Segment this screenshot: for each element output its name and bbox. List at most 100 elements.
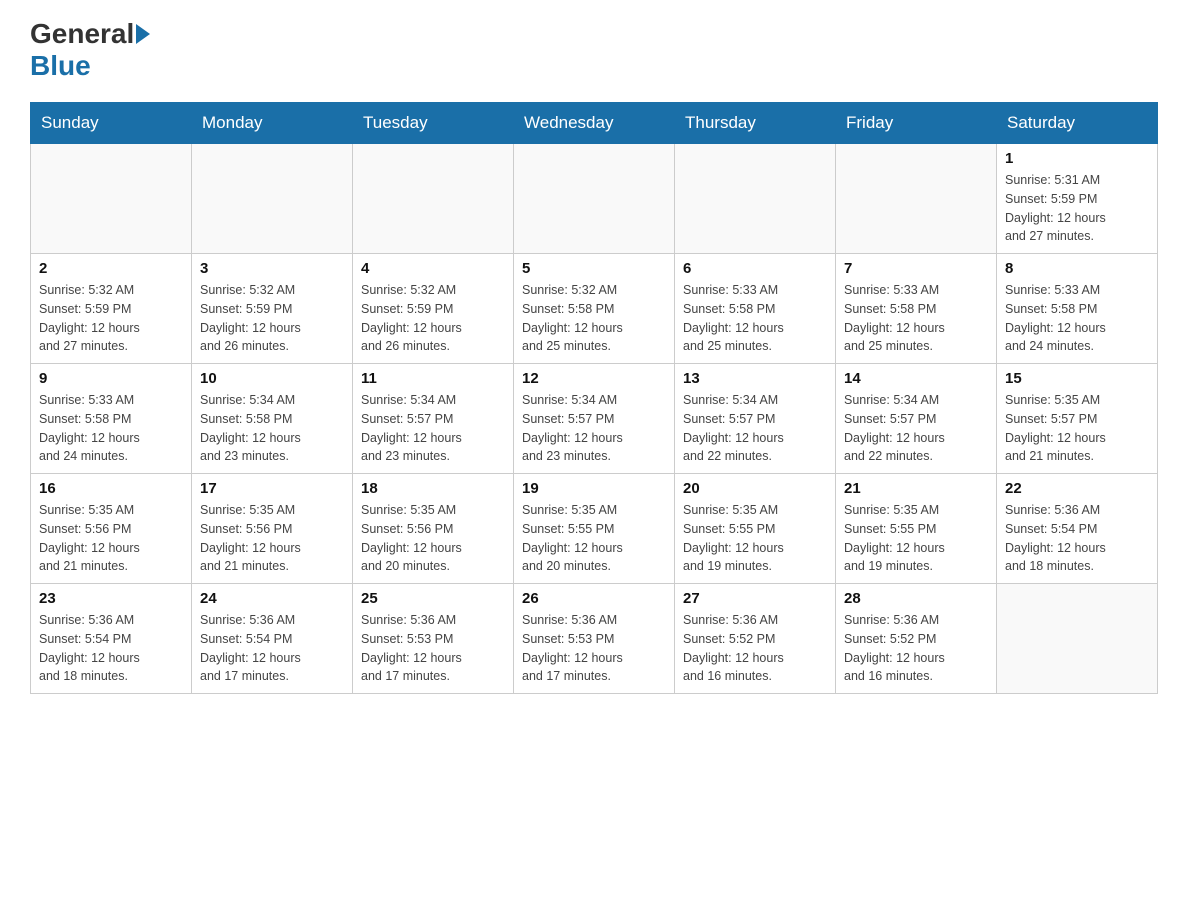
- day-number: 2: [39, 260, 183, 277]
- day-info: Sunrise: 5:32 AMSunset: 5:59 PMDaylight:…: [39, 281, 183, 356]
- week-row-2: 2 Sunrise: 5:32 AMSunset: 5:59 PMDaylight…: [31, 254, 1158, 364]
- col-header-tuesday: Tuesday: [353, 103, 514, 144]
- week-row-1: 1 Sunrise: 5:31 AMSunset: 5:59 PMDaylight…: [31, 144, 1158, 254]
- day-cell: 4Sunrise: 5:32 AMSunset: 5:59 PMDaylight…: [353, 254, 514, 364]
- day-number: 3: [200, 260, 344, 277]
- day-info: Sunrise: 5:35 AMSunset: 5:56 PMDaylight:…: [39, 501, 183, 576]
- day-number: 11: [361, 370, 505, 387]
- day-number: 28: [844, 590, 988, 607]
- day-number: 1: [1005, 150, 1149, 167]
- day-number: 14: [844, 370, 988, 387]
- day-cell: [836, 144, 997, 254]
- day-cell: 16 Sunrise: 5:35 AMSunset: 5:56 PMDayligh…: [31, 474, 192, 584]
- day-info: Sunrise: 5:36 AMSunset: 5:54 PMDaylight:…: [39, 611, 183, 686]
- day-number: 21: [844, 480, 988, 497]
- day-number: 27: [683, 590, 827, 607]
- day-number: 24: [200, 590, 344, 607]
- day-cell: 18 Sunrise: 5:35 AMSunset: 5:56 PMDayligh…: [353, 474, 514, 584]
- day-info: Sunrise: 5:35 AMSunset: 5:55 PMDaylight:…: [683, 501, 827, 576]
- day-cell: [192, 144, 353, 254]
- day-number: 5: [522, 260, 666, 277]
- calendar-table: SundayMondayTuesdayWednesdayThursdayFrid…: [30, 102, 1158, 694]
- day-info: Sunrise: 5:34 AMSunset: 5:57 PMDaylight:…: [522, 391, 666, 466]
- day-number: 4: [361, 260, 505, 277]
- day-cell: [675, 144, 836, 254]
- day-cell: 15 Sunrise: 5:35 AMSunset: 5:57 PMDayligh…: [997, 364, 1158, 474]
- day-info: Sunrise: 5:35 AMSunset: 5:55 PMDaylight:…: [522, 501, 666, 576]
- day-cell: [514, 144, 675, 254]
- day-info: Sunrise: 5:35 AMSunset: 5:55 PMDaylight:…: [844, 501, 988, 576]
- day-number: 13: [683, 370, 827, 387]
- day-cell: 6 Sunrise: 5:33 AMSunset: 5:58 PMDaylight…: [675, 254, 836, 364]
- day-cell: 12 Sunrise: 5:34 AMSunset: 5:57 PMDayligh…: [514, 364, 675, 474]
- day-cell: 14 Sunrise: 5:34 AMSunset: 5:57 PMDayligh…: [836, 364, 997, 474]
- day-cell: [997, 584, 1158, 694]
- day-number: 7: [844, 260, 988, 277]
- day-number: 19: [522, 480, 666, 497]
- day-cell: 26 Sunrise: 5:36 AMSunset: 5:53 PMDayligh…: [514, 584, 675, 694]
- day-cell: 1 Sunrise: 5:31 AMSunset: 5:59 PMDaylight…: [997, 144, 1158, 254]
- day-info: Sunrise: 5:33 AMSunset: 5:58 PMDaylight:…: [1005, 281, 1149, 356]
- day-info: Sunrise: 5:36 AMSunset: 5:53 PMDaylight:…: [361, 611, 505, 686]
- logo-blue-text: Blue: [30, 50, 91, 82]
- day-cell: 5Sunrise: 5:32 AMSunset: 5:58 PMDaylight…: [514, 254, 675, 364]
- day-info: Sunrise: 5:36 AMSunset: 5:53 PMDaylight:…: [522, 611, 666, 686]
- day-cell: 9Sunrise: 5:33 AMSunset: 5:58 PMDaylight…: [31, 364, 192, 474]
- day-cell: 8 Sunrise: 5:33 AMSunset: 5:58 PMDaylight…: [997, 254, 1158, 364]
- col-header-friday: Friday: [836, 103, 997, 144]
- day-cell: 3 Sunrise: 5:32 AMSunset: 5:59 PMDaylight…: [192, 254, 353, 364]
- day-info: Sunrise: 5:36 AMSunset: 5:54 PMDaylight:…: [200, 611, 344, 686]
- day-info: Sunrise: 5:32 AMSunset: 5:59 PMDaylight:…: [200, 281, 344, 356]
- day-number: 23: [39, 590, 183, 607]
- day-cell: 20Sunrise: 5:35 AMSunset: 5:55 PMDayligh…: [675, 474, 836, 584]
- day-info: Sunrise: 5:34 AMSunset: 5:57 PMDaylight:…: [361, 391, 505, 466]
- col-header-sunday: Sunday: [31, 103, 192, 144]
- day-number: 22: [1005, 480, 1149, 497]
- day-cell: 10 Sunrise: 5:34 AMSunset: 5:58 PMDayligh…: [192, 364, 353, 474]
- day-number: 8: [1005, 260, 1149, 277]
- calendar-header-row: SundayMondayTuesdayWednesdayThursdayFrid…: [31, 103, 1158, 144]
- day-cell: 11 Sunrise: 5:34 AMSunset: 5:57 PMDayligh…: [353, 364, 514, 474]
- day-info: Sunrise: 5:36 AMSunset: 5:52 PMDaylight:…: [844, 611, 988, 686]
- logo: General Blue: [30, 20, 152, 82]
- day-number: 18: [361, 480, 505, 497]
- col-header-thursday: Thursday: [675, 103, 836, 144]
- day-number: 9: [39, 370, 183, 387]
- day-info: Sunrise: 5:33 AMSunset: 5:58 PMDaylight:…: [844, 281, 988, 356]
- day-cell: 28 Sunrise: 5:36 AMSunset: 5:52 PMDayligh…: [836, 584, 997, 694]
- logo-arrow-icon: [136, 24, 150, 44]
- day-info: Sunrise: 5:34 AMSunset: 5:58 PMDaylight:…: [200, 391, 344, 466]
- day-cell: 23 Sunrise: 5:36 AMSunset: 5:54 PMDayligh…: [31, 584, 192, 694]
- day-cell: 17Sunrise: 5:35 AMSunset: 5:56 PMDayligh…: [192, 474, 353, 584]
- day-info: Sunrise: 5:33 AMSunset: 5:58 PMDaylight:…: [683, 281, 827, 356]
- week-row-5: 23 Sunrise: 5:36 AMSunset: 5:54 PMDayligh…: [31, 584, 1158, 694]
- day-info: Sunrise: 5:35 AMSunset: 5:56 PMDaylight:…: [361, 501, 505, 576]
- day-info: Sunrise: 5:34 AMSunset: 5:57 PMDaylight:…: [844, 391, 988, 466]
- day-cell: [31, 144, 192, 254]
- page-header: General Blue: [30, 20, 1158, 82]
- day-cell: 2 Sunrise: 5:32 AMSunset: 5:59 PMDaylight…: [31, 254, 192, 364]
- day-number: 15: [1005, 370, 1149, 387]
- day-number: 25: [361, 590, 505, 607]
- logo-general-text: General: [30, 20, 134, 48]
- day-info: Sunrise: 5:36 AMSunset: 5:54 PMDaylight:…: [1005, 501, 1149, 576]
- day-number: 6: [683, 260, 827, 277]
- day-cell: [353, 144, 514, 254]
- day-info: Sunrise: 5:35 AMSunset: 5:56 PMDaylight:…: [200, 501, 344, 576]
- day-info: Sunrise: 5:35 AMSunset: 5:57 PMDaylight:…: [1005, 391, 1149, 466]
- week-row-4: 16 Sunrise: 5:35 AMSunset: 5:56 PMDayligh…: [31, 474, 1158, 584]
- day-number: 16: [39, 480, 183, 497]
- day-info: Sunrise: 5:36 AMSunset: 5:52 PMDaylight:…: [683, 611, 827, 686]
- day-number: 26: [522, 590, 666, 607]
- day-number: 12: [522, 370, 666, 387]
- day-cell: 24 Sunrise: 5:36 AMSunset: 5:54 PMDayligh…: [192, 584, 353, 694]
- day-number: 10: [200, 370, 344, 387]
- day-info: Sunrise: 5:31 AMSunset: 5:59 PMDaylight:…: [1005, 171, 1149, 246]
- col-header-monday: Monday: [192, 103, 353, 144]
- col-header-wednesday: Wednesday: [514, 103, 675, 144]
- day-info: Sunrise: 5:34 AMSunset: 5:57 PMDaylight:…: [683, 391, 827, 466]
- day-cell: 25 Sunrise: 5:36 AMSunset: 5:53 PMDayligh…: [353, 584, 514, 694]
- day-cell: 22 Sunrise: 5:36 AMSunset: 5:54 PMDayligh…: [997, 474, 1158, 584]
- day-cell: 13 Sunrise: 5:34 AMSunset: 5:57 PMDayligh…: [675, 364, 836, 474]
- day-cell: 21 Sunrise: 5:35 AMSunset: 5:55 PMDayligh…: [836, 474, 997, 584]
